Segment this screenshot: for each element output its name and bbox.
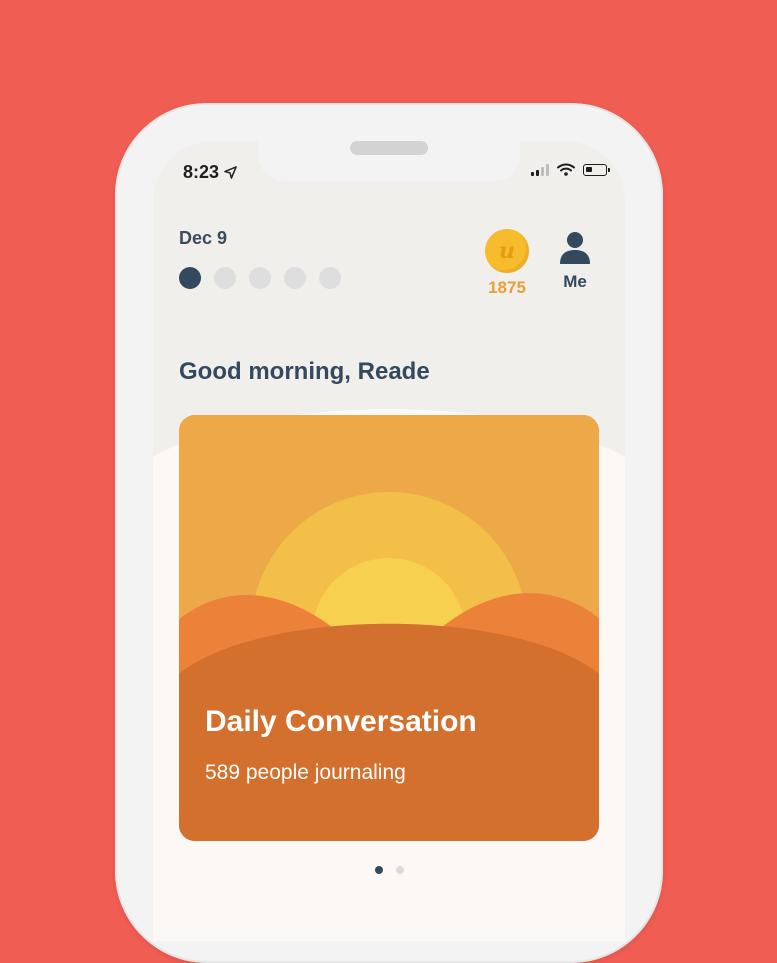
progress-dot[interactable] bbox=[179, 267, 201, 289]
profile-label: Me bbox=[563, 272, 587, 291]
coin-balance[interactable]: u 1875 bbox=[483, 229, 531, 298]
app-screen: 8:23 Dec 9 u 1875 Me Good morning, Reade… bbox=[153, 141, 625, 941]
progress-dot[interactable] bbox=[249, 267, 271, 289]
coin-count: 1875 bbox=[488, 278, 526, 297]
profile-button[interactable]: Me bbox=[553, 231, 597, 292]
daily-conversation-card[interactable]: Daily Conversation 589 people journaling bbox=[179, 415, 599, 841]
wifi-icon bbox=[557, 163, 575, 176]
coin-icon: u bbox=[485, 229, 529, 273]
pager-dot[interactable] bbox=[375, 866, 383, 874]
progress-dot[interactable] bbox=[214, 267, 236, 289]
location-arrow-icon bbox=[224, 166, 237, 179]
status-icons bbox=[531, 163, 610, 176]
cellular-signal-icon bbox=[531, 163, 549, 176]
pager-dot[interactable] bbox=[396, 866, 404, 874]
person-icon bbox=[560, 232, 590, 264]
battery-icon bbox=[583, 163, 610, 176]
card-title: Daily Conversation bbox=[205, 705, 477, 738]
battery-fill bbox=[586, 166, 592, 172]
date-label: Dec 9 bbox=[179, 228, 228, 248]
progress-dot[interactable] bbox=[319, 267, 341, 289]
progress-dot[interactable] bbox=[284, 267, 306, 289]
phone-speaker bbox=[350, 141, 428, 155]
status-time: 8:23 bbox=[183, 162, 237, 183]
progress-dots bbox=[179, 267, 341, 289]
card-subtitle: 589 people journaling bbox=[205, 761, 406, 784]
carousel-pager bbox=[375, 866, 404, 874]
greeting-heading: Good morning, Reade bbox=[179, 358, 430, 385]
status-time-label: 8:23 bbox=[183, 162, 220, 182]
phone-frame: 8:23 Dec 9 u 1875 Me Good morning, Reade… bbox=[115, 103, 663, 963]
